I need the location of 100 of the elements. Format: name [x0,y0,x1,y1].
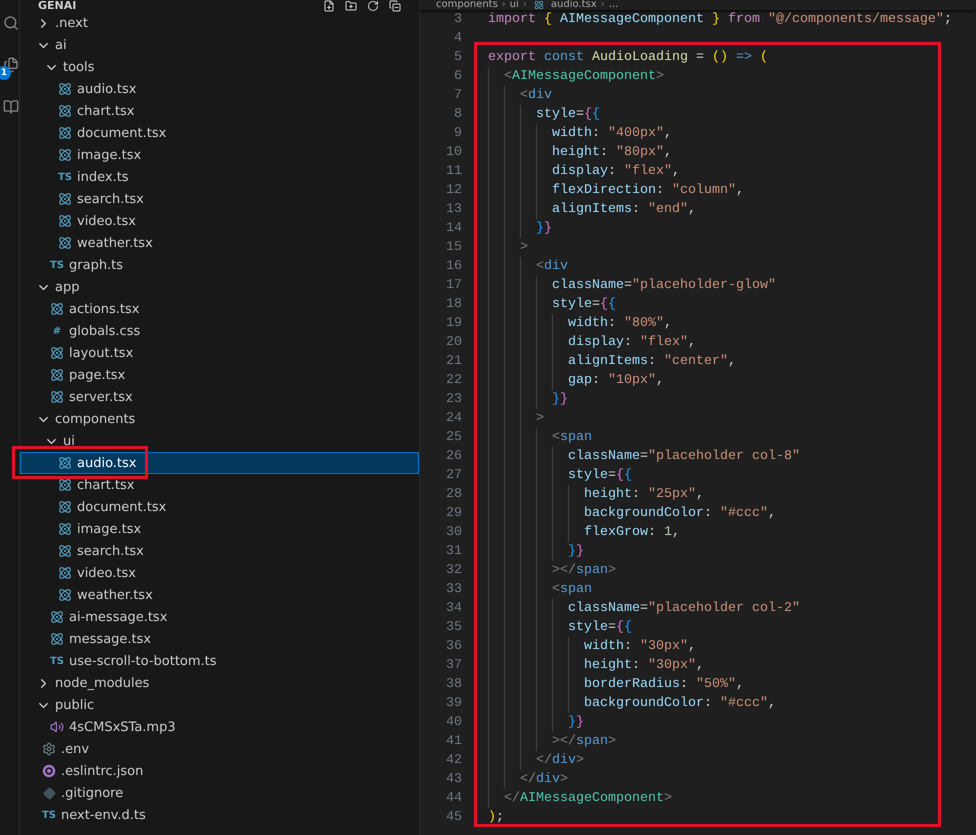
folder-row[interactable]: tools [20,56,419,78]
notification-badge: 1 [0,66,11,80]
file-name: app [55,280,80,294]
folder-row[interactable]: node_modules [20,672,419,694]
file-row[interactable]: .eslintrc.json [20,760,419,782]
line-number: 3 [453,12,462,27]
code-line: ></span> [552,733,616,751]
line-number: 10 [445,145,462,160]
file-row[interactable]: 4sCMSxSTa.mp3 [20,716,419,738]
file-row[interactable]: actions.tsx [20,298,419,320]
breadcrumb-item[interactable]: ... [608,0,618,10]
file-row[interactable]: audio.tsx [20,452,419,474]
code-line: style={{ [568,467,632,485]
react-atom-icon [57,235,73,251]
file-name: .env [61,742,90,756]
file-row[interactable]: .env [20,738,419,760]
file-name: weather.tsx [77,588,153,602]
code-line: height: "80px", [552,144,672,162]
folder-row[interactable]: components [20,408,419,430]
file-row[interactable]: audio.tsx [20,78,419,100]
file-row[interactable]: TS use-scroll-to-bottom.ts [20,650,419,672]
react-atom-icon [49,367,65,383]
react-atom-icon [57,213,73,229]
line-number: 15 [445,240,462,255]
code-line: <div [520,87,552,105]
folder-row[interactable]: public [20,694,419,716]
explorer-title: GENAI [37,0,76,12]
collapse-icon[interactable] [389,0,401,12]
folder-row[interactable]: ai [20,34,419,56]
file-row[interactable]: document.tsx [20,496,419,518]
search-icon[interactable] [3,14,19,32]
file-row[interactable]: video.tsx [20,562,419,584]
code-line: style={{ [536,106,600,124]
react-atom-icon [57,125,73,141]
file-row[interactable]: document.tsx [20,122,419,144]
code-line: className="placeholder-glow" [552,277,776,295]
code-line: backgroundColor: "#ccc", [584,505,776,523]
breadcrumb-item[interactable]: components [436,0,498,10]
react-atom-icon [57,499,73,515]
breadcrumb-separator: › [600,0,605,10]
file-row[interactable]: image.tsx [20,144,419,166]
file-name: index.ts [77,170,129,184]
file-row[interactable]: video.tsx [20,210,419,232]
line-number: 20 [445,335,462,350]
react-atom-icon [49,389,65,405]
new-file-icon[interactable] [323,0,335,12]
file-row[interactable]: page.tsx [20,364,419,386]
file-name: node_modules [55,676,150,690]
file-name: audio.tsx [77,82,136,96]
folder-row[interactable]: app [20,276,419,298]
file-name: audio.tsx [77,456,136,470]
line-number: 11 [445,164,462,179]
file-row[interactable]: TS index.ts [20,166,419,188]
ring-icon [41,763,57,779]
file-row[interactable]: server.tsx [20,386,419,408]
file-row[interactable]: message.tsx [20,628,419,650]
file-row[interactable]: ai-message.tsx [20,606,419,628]
line-number: 28 [445,487,462,502]
file-row[interactable]: weather.tsx [20,584,419,606]
new-folder-icon[interactable] [345,0,357,12]
refresh-icon[interactable] [367,0,379,12]
line-number: 45 [445,810,462,825]
file-row[interactable]: .gitignore [20,782,419,804]
line-number: 21 [445,354,462,369]
react-atom-icon [57,81,73,97]
file-name: message.tsx [69,632,152,646]
folder-row[interactable]: ui [20,430,419,452]
file-row[interactable]: TS graph.ts [20,254,419,276]
react-atom-icon [57,521,73,537]
line-number: 17 [445,278,462,293]
folder-row[interactable]: .next [20,12,419,34]
speaker-icon [49,719,65,735]
file-row[interactable]: layout.tsx [20,342,419,364]
line-number: 19 [445,316,462,331]
react-atom-icon [57,147,73,163]
diamond-icon [41,785,57,801]
file-row[interactable]: chart.tsx [20,474,419,496]
file-name: components [55,412,136,426]
files-icon[interactable] [3,57,19,73]
book-icon[interactable] [3,98,19,116]
line-number: 7 [453,88,462,103]
react-atom-icon [49,301,65,317]
code-line: import { AIMessageComponent } from "@/components/message"; [488,11,952,29]
file-row[interactable]: image.tsx [20,518,419,540]
file-row[interactable]: # globals.css [20,320,419,342]
code-line: gap: "10px", [568,372,664,390]
file-row[interactable]: chart.tsx [20,100,419,122]
file-row[interactable]: search.tsx [20,540,419,562]
file-row[interactable]: search.tsx [20,188,419,210]
file-row[interactable]: TS next-env.d.ts [20,804,419,826]
code-line: export const AudioLoading = () => ( [488,49,768,67]
breadcrumb-separator: › [522,0,527,10]
line-number: 32 [445,563,462,578]
file-name: globals.css [69,324,140,338]
file-name: public [55,698,94,712]
file-name: chart.tsx [77,478,134,492]
line-number: 31 [445,544,462,559]
code-line: backgroundColor: "#ccc", [584,695,776,713]
file-name: ui [63,434,75,448]
file-row[interactable]: weather.tsx [20,232,419,254]
